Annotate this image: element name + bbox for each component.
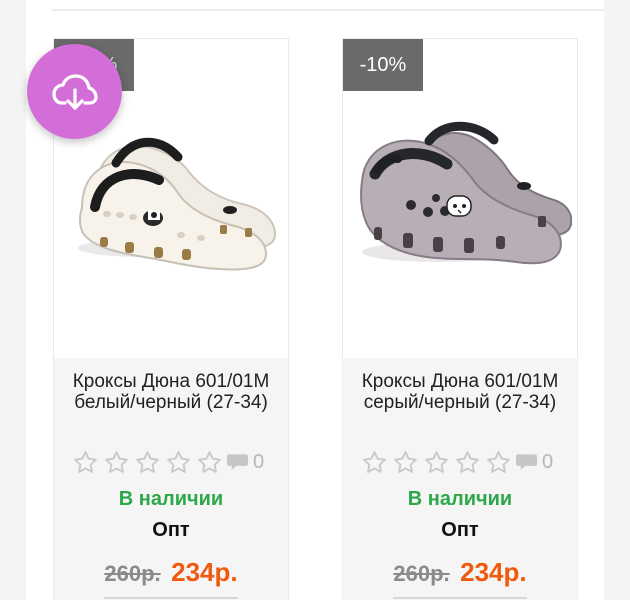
star-empty-icon[interactable]: [361, 449, 388, 476]
rating-row[interactable]: 0: [72, 448, 282, 476]
product-name[interactable]: Кроксы Дюна 601/01М белый/черный (27-34): [62, 371, 280, 413]
star-empty-icon[interactable]: [392, 449, 419, 476]
gray-black-clog-image[interactable]: [350, 109, 572, 279]
cloud-download-icon: [51, 73, 98, 110]
star-empty-icon[interactable]: [134, 449, 161, 476]
product-card-gray-black-crocs[interactable]: -10% Кроксы Дюна 601/01М серый/черный (2…: [342, 38, 578, 600]
review-count[interactable]: 0: [542, 452, 553, 472]
rating-row[interactable]: 0: [361, 448, 571, 476]
star-empty-icon[interactable]: [165, 449, 192, 476]
star-empty-icon[interactable]: [454, 449, 481, 476]
star-empty-icon[interactable]: [72, 449, 99, 476]
product-listing-page: -10% Кроксы Дюна 601/01М белый/черный (2…: [0, 0, 630, 600]
price-row: 260р. 234р.: [343, 557, 577, 588]
discount-badge: -10%: [343, 39, 423, 91]
card-bottom-divider: [393, 597, 527, 599]
stock-status: В наличии: [118, 488, 224, 510]
download-button[interactable]: [27, 44, 122, 139]
old-price: 260р.: [104, 561, 161, 586]
stock-status: В наличии: [407, 488, 513, 510]
wholesale-label: Опт: [441, 519, 479, 541]
new-price: 234р.: [460, 557, 527, 587]
card-bottom-divider: [104, 597, 238, 599]
star-empty-icon[interactable]: [423, 449, 450, 476]
product-name[interactable]: Кроксы Дюна 601/01М серый/черный (27-34): [351, 371, 569, 413]
old-price: 260р.: [393, 561, 450, 586]
price-row: 260р. 234р.: [54, 557, 288, 588]
star-empty-icon[interactable]: [485, 449, 512, 476]
star-empty-icon[interactable]: [196, 449, 223, 476]
wholesale-label: Опт: [152, 519, 190, 541]
star-empty-icon[interactable]: [103, 449, 130, 476]
top-divider: [52, 9, 604, 11]
comment-icon[interactable]: [515, 452, 538, 472]
new-price: 234р.: [171, 557, 238, 587]
product-image-area[interactable]: -10%: [343, 39, 577, 358]
review-count[interactable]: 0: [253, 452, 264, 472]
comment-icon[interactable]: [226, 452, 249, 472]
